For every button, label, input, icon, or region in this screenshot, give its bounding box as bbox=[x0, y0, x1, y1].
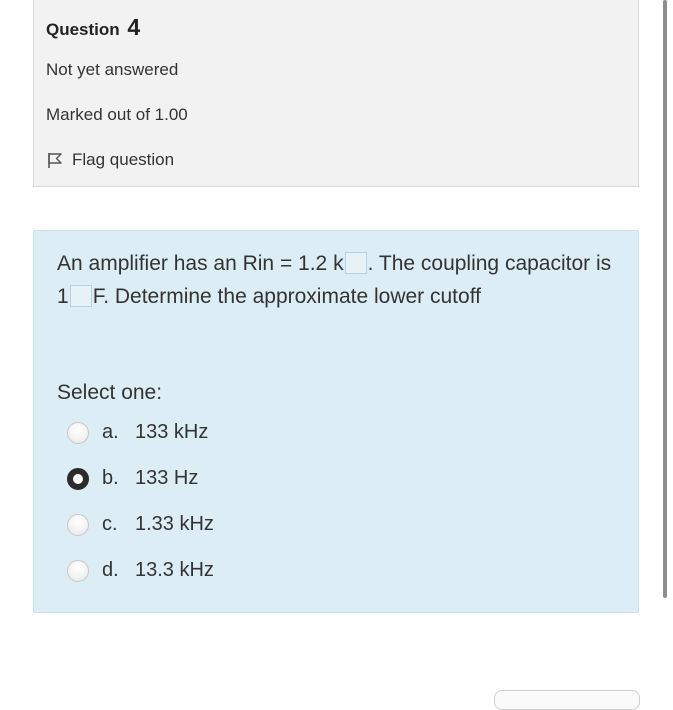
question-number: 4 bbox=[127, 14, 141, 40]
question-label: Question bbox=[46, 20, 120, 39]
answer-option-c[interactable]: c. 1.33 kHz bbox=[67, 513, 214, 536]
option-text: 1.33 kHz bbox=[135, 513, 214, 535]
option-letter: a. bbox=[102, 421, 119, 443]
option-letter: d. bbox=[102, 559, 119, 581]
option-text: 13.3 kHz bbox=[135, 559, 214, 581]
answer-option-a[interactable]: a. 133 kHz bbox=[67, 421, 208, 444]
option-letter: c. bbox=[102, 513, 118, 535]
missing-symbol-box bbox=[69, 285, 92, 307]
radio-button[interactable] bbox=[67, 559, 89, 582]
scrollbar[interactable] bbox=[663, 0, 667, 598]
missing-symbol-box bbox=[344, 252, 367, 274]
question-content-panel: An amplifier has an Rin = 1.2 k. The cou… bbox=[33, 230, 639, 613]
flag-question-label: Flag question bbox=[72, 150, 175, 169]
next-page-button[interactable] bbox=[494, 690, 640, 710]
option-letter: b. bbox=[102, 467, 119, 489]
flag-icon bbox=[48, 153, 62, 168]
answer-option-d[interactable]: d. 13.3 kHz bbox=[67, 559, 214, 582]
question-text-part1: An amplifier has an Rin = 1.2 k bbox=[57, 252, 344, 275]
option-text: 133 Hz bbox=[135, 467, 199, 489]
answer-prompt: Select one: bbox=[57, 381, 163, 404]
radio-button-selected[interactable] bbox=[67, 467, 89, 490]
option-text: 133 kHz bbox=[135, 421, 209, 443]
answer-option-b[interactable]: b. 133 Hz bbox=[67, 467, 198, 490]
radio-button[interactable] bbox=[67, 421, 89, 444]
flag-question-button[interactable]: Flag question bbox=[46, 150, 174, 170]
question-title: Question 4 bbox=[46, 14, 140, 41]
question-info-panel: Question 4 Not yet answered Marked out o… bbox=[33, 0, 639, 187]
question-text: An amplifier has an Rin = 1.2 k. The cou… bbox=[57, 247, 617, 313]
question-text-part3: F. Determine the approximate lower cutof… bbox=[92, 285, 481, 308]
radio-button[interactable] bbox=[67, 513, 89, 536]
question-state: Not yet answered bbox=[46, 60, 179, 79]
question-marks: Marked out of 1.00 bbox=[46, 105, 188, 124]
